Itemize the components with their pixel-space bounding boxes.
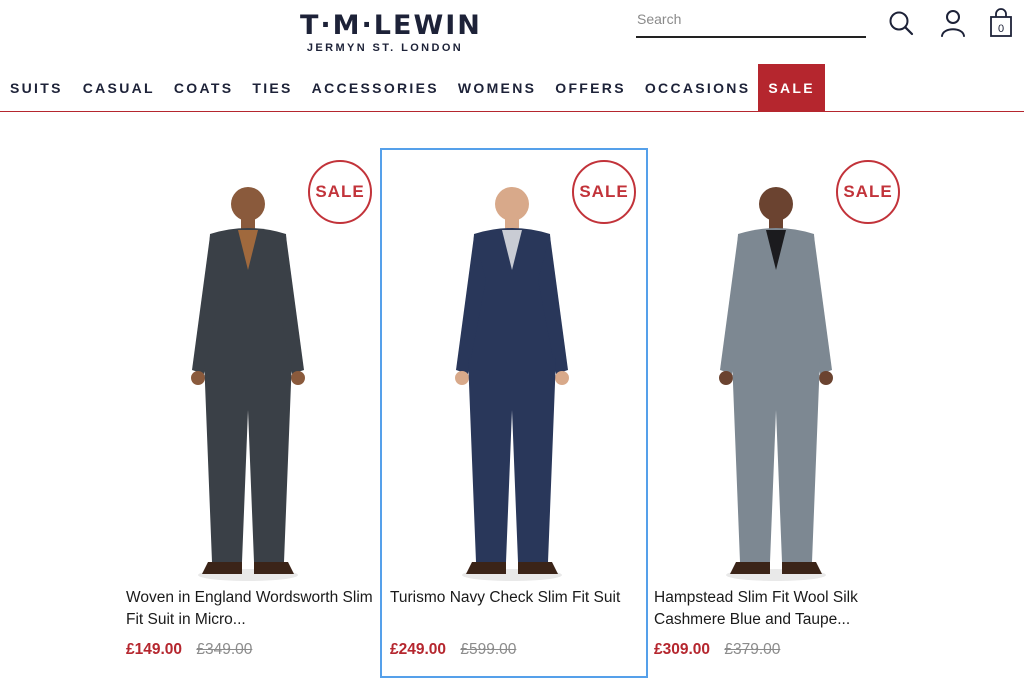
logo-tagline: JERMYN ST. LONDON: [306, 42, 464, 54]
search-box[interactable]: [636, 4, 866, 38]
sale-badge: SALE: [836, 160, 900, 224]
product-image[interactable]: [666, 170, 886, 590]
search-icon[interactable]: [886, 8, 916, 38]
brand-logo[interactable]: T·M·LEWIN JERMYN ST. LONDON: [300, 10, 482, 54]
logo-wordmark: T·M·LEWIN: [300, 10, 482, 41]
product-card[interactable]: SALE Woven in England Wordsworth Slim Fi…: [118, 150, 382, 676]
product-name[interactable]: Woven in England Wordsworth Slim Fit Sui…: [126, 587, 376, 631]
model-photo: [191, 187, 305, 581]
sale-badge: SALE: [572, 160, 636, 224]
sale-price: £309.00: [654, 641, 711, 658]
model-photo: [719, 187, 833, 581]
nav-casual[interactable]: CASUAL: [83, 64, 155, 111]
nav-suits[interactable]: SUITS: [10, 64, 63, 111]
nav-coats[interactable]: COATS: [174, 64, 233, 111]
product-card[interactable]: SALE Hampstead Slim Fit Wool Silk Cashme…: [646, 150, 910, 676]
nav-womens[interactable]: WOMENS: [458, 64, 536, 111]
main-nav: SUITS CASUAL COATS TIES ACCESSORIES WOME…: [0, 64, 825, 111]
product-card[interactable]: SALE Turismo Navy Check Slim Fit Suit £2…: [380, 148, 648, 678]
model-photo: [455, 187, 569, 581]
sale-price: £149.00: [126, 641, 183, 658]
original-price: £349.00: [196, 641, 253, 658]
product-name[interactable]: Turismo Navy Check Slim Fit Suit: [390, 587, 640, 609]
product-prices: £149.00 £349.00: [126, 641, 252, 659]
nav-occasions[interactable]: OCCASIONS: [645, 64, 751, 111]
product-prices: £309.00 £379.00: [654, 641, 780, 659]
sale-badge: SALE: [308, 160, 372, 224]
bag-icon[interactable]: 0: [986, 8, 1016, 38]
search-input[interactable]: [636, 4, 866, 34]
sale-price: £249.00: [390, 641, 447, 658]
original-price: £379.00: [724, 641, 781, 658]
nav-ties[interactable]: TIES: [252, 64, 292, 111]
bag-count: 0: [998, 23, 1004, 35]
nav-offers[interactable]: OFFERS: [555, 64, 626, 111]
nav-sale[interactable]: SALE: [758, 64, 825, 111]
nav-divider: [0, 111, 1024, 112]
product-prices: £249.00 £599.00: [390, 641, 516, 659]
nav-accessories[interactable]: ACCESSORIES: [312, 64, 439, 111]
account-icon[interactable]: [938, 8, 968, 38]
product-image[interactable]: [138, 170, 358, 590]
original-price: £599.00: [460, 641, 517, 658]
product-name[interactable]: Hampstead Slim Fit Wool Silk Cashmere Bl…: [654, 587, 904, 631]
product-image[interactable]: [402, 170, 622, 590]
